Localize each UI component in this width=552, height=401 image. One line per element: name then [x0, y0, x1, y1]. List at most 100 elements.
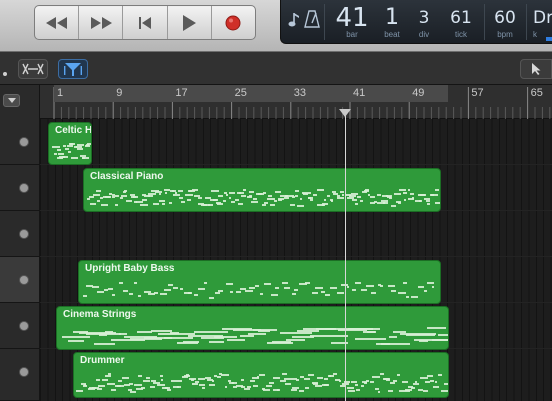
- track-header-1[interactable]: [0, 119, 40, 165]
- midi-note: [337, 194, 340, 197]
- midi-note: [193, 294, 198, 297]
- play-button[interactable]: [168, 6, 212, 39]
- midi-note: [82, 295, 87, 298]
- midi-note: [147, 194, 154, 197]
- midi-note: [263, 192, 267, 195]
- midi-note: [180, 201, 186, 204]
- lcd-display[interactable]: 41 bar 1 beat 3 div 61 tick 60 bpm Dr k: [280, 0, 552, 44]
- midi-note: [430, 193, 439, 196]
- midi-note: [408, 189, 411, 192]
- midi-note: [273, 200, 278, 203]
- midi-note: [409, 193, 415, 196]
- track-header-6[interactable]: [0, 349, 40, 401]
- midi-note: [134, 384, 142, 386]
- midi-note: [208, 341, 225, 344]
- region-classical-piano[interactable]: Classical Piano: [83, 168, 441, 212]
- midi-note: [360, 385, 364, 388]
- track-header-5[interactable]: [0, 303, 40, 349]
- midi-note: [224, 385, 228, 388]
- midi-note: [263, 201, 269, 204]
- midi-note: [214, 374, 217, 377]
- midi-note: [76, 389, 84, 392]
- midi-note: [130, 338, 162, 341]
- midi-note: [405, 389, 412, 392]
- pointer-tool-menu[interactable]: [520, 59, 552, 79]
- midi-note: [372, 375, 381, 378]
- midi-note: [81, 156, 90, 159]
- region-celtic-harp[interactable]: Celtic H: [48, 122, 92, 165]
- lcd-div-label: div: [418, 30, 430, 39]
- fast-forward-button[interactable]: [79, 6, 124, 39]
- midi-note: [243, 387, 250, 390]
- midi-note: [311, 291, 319, 294]
- cycle-area[interactable]: [54, 85, 448, 102]
- midi-note: [118, 380, 123, 383]
- track-header-2[interactable]: [0, 165, 40, 211]
- midi-note: [426, 374, 433, 377]
- midi-note: [380, 373, 385, 376]
- midi-note: [243, 189, 246, 192]
- midi-note: [100, 204, 109, 207]
- track-status-dot: [20, 322, 28, 330]
- flex-button[interactable]: [18, 59, 48, 79]
- region-upright-baby-bass[interactable]: Upright Baby Bass: [78, 260, 441, 304]
- track-lane-3: [40, 211, 552, 257]
- metronome-icon[interactable]: [304, 10, 320, 28]
- midi-note: [210, 190, 219, 193]
- midi-note: [150, 329, 172, 332]
- midi-note: [191, 189, 198, 192]
- midi-note: [419, 377, 428, 379]
- track-header-4[interactable]: [0, 257, 40, 303]
- midi-note: [364, 189, 370, 191]
- midi-note: [138, 374, 143, 377]
- ruler-bar-number: 1: [57, 87, 64, 99]
- midi-note: [245, 289, 253, 292]
- midi-note: [403, 199, 406, 202]
- midi-note: [153, 202, 159, 205]
- lcd-divider: [526, 4, 527, 40]
- lcd-tempo[interactable]: 60 bpm: [489, 6, 521, 39]
- rewind-button[interactable]: [35, 6, 80, 39]
- track-menu-button[interactable]: [3, 94, 20, 107]
- midi-note: [438, 334, 448, 337]
- midi-note: [350, 380, 358, 383]
- midi-note: [253, 384, 259, 387]
- midi-note: [411, 295, 419, 298]
- lcd-key[interactable]: Dr k: [533, 6, 552, 39]
- lcd-bar: 41 bar: [331, 5, 373, 39]
- midi-note: [398, 292, 406, 295]
- track-status-dot: [20, 230, 28, 238]
- track-header-3[interactable]: [0, 211, 40, 257]
- midi-note: [153, 291, 158, 294]
- record-button[interactable]: [212, 6, 255, 39]
- midi-note: [355, 282, 362, 285]
- midi-note: [380, 284, 383, 287]
- midi-note: [294, 194, 299, 197]
- midi-note: [143, 379, 150, 382]
- midi-note: [164, 191, 167, 194]
- midi-note: [434, 381, 438, 384]
- midi-note: [397, 374, 400, 377]
- playhead-handle[interactable]: [339, 109, 351, 117]
- midi-note: [238, 191, 244, 194]
- midi-note: [422, 389, 428, 392]
- midi-note: [414, 381, 417, 384]
- catch-button[interactable]: [58, 59, 88, 79]
- region-cinema-strings[interactable]: Cinema Strings: [56, 306, 449, 350]
- midi-note: [177, 385, 182, 388]
- playhead[interactable]: [345, 110, 346, 401]
- midi-note: [268, 194, 272, 197]
- midi-note: [308, 373, 314, 376]
- midi-note: [128, 292, 133, 295]
- midi-note: [168, 284, 174, 287]
- region-drummer[interactable]: Drummer: [73, 352, 449, 398]
- ruler-bar-number: 65: [530, 87, 543, 99]
- go-to-start-button[interactable]: [123, 6, 168, 39]
- midi-note: [296, 330, 319, 333]
- midi-note: [281, 282, 289, 285]
- ruler-bar-number: 57: [471, 87, 484, 99]
- lcd-tick: 61 tick: [446, 6, 476, 39]
- ruler-bar-number: 41: [353, 87, 366, 99]
- midi-note: [401, 380, 409, 383]
- midi-note: [237, 203, 243, 206]
